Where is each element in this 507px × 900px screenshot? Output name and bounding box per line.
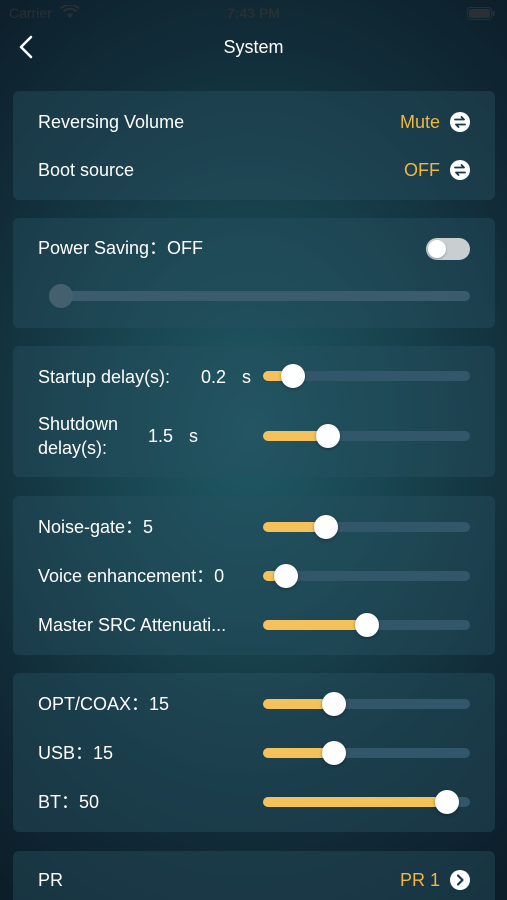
input-levels-card: OPT/COAX：15 USB：15 BT：50 [13, 673, 495, 832]
slider-track [49, 291, 470, 301]
voice-enhancement-label: Voice enhancement：0 [38, 566, 225, 586]
boot-source-value: OFF [404, 160, 440, 180]
noise-gate-label: Noise-gate：5 [38, 517, 154, 537]
slider-fill [263, 797, 448, 807]
pr-row[interactable]: PR PR 1 [38, 868, 470, 898]
bt-slider[interactable] [263, 790, 470, 814]
startup-delay-value: 0.2 [201, 367, 227, 387]
swap-arrows-icon[interactable] [450, 112, 470, 132]
slider-knob[interactable] [273, 564, 298, 588]
usb-slider[interactable] [263, 741, 470, 765]
power-saving-slider[interactable] [49, 284, 470, 308]
nav-bar: System [0, 28, 507, 68]
boot-source-row[interactable]: Boot source OFF [38, 158, 470, 188]
noise-gate-slider[interactable] [263, 515, 470, 539]
audio-source-card: Reversing Volume Mute Boot source OFF [13, 91, 495, 200]
power-saving-card: Power Saving：OFF [13, 218, 495, 328]
master-src-attenuation-slider[interactable] [263, 613, 470, 637]
master-src-attenuation-label: Master SRC Attenuati... [38, 615, 227, 635]
reversing-volume-value: Mute [399, 112, 440, 132]
status-time: 7:43 PM [227, 5, 280, 21]
shutdown-delay-unit: s [189, 426, 198, 446]
sound-processing-card: Noise-gate：5 Voice enhancement：0 Master … [13, 496, 495, 655]
slider-knob[interactable] [281, 364, 306, 388]
slider-knob[interactable] [354, 613, 379, 637]
slider-knob[interactable] [321, 741, 346, 765]
opt-coax-label: OPT/COAX：15 [38, 694, 170, 714]
reversing-volume-row[interactable]: Reversing Volume Mute [38, 110, 470, 140]
startup-delay-slider[interactable] [263, 364, 470, 388]
pr-value: PR 1 [399, 870, 440, 890]
usb-label: USB：15 [38, 743, 114, 763]
pr-label: PR [38, 870, 64, 890]
slider-knob[interactable] [316, 424, 341, 448]
reversing-volume-label: Reversing Volume [38, 112, 185, 132]
slider-knob[interactable] [49, 284, 73, 308]
shutdown-delay-label: Shutdown delay(s): [38, 414, 119, 458]
slider-knob[interactable] [314, 515, 339, 539]
startup-delay-label: Startup delay(s): [38, 367, 171, 387]
startup-delay-unit: s [242, 367, 251, 387]
chevron-right-circle-icon[interactable] [450, 870, 470, 890]
swap-arrows-icon[interactable] [450, 160, 470, 180]
slider-knob[interactable] [435, 790, 460, 814]
bt-label: BT：50 [38, 792, 100, 812]
opt-coax-slider[interactable] [263, 692, 470, 716]
shutdown-delay-slider[interactable] [263, 424, 470, 448]
pr-card: PR PR 1 [13, 851, 495, 900]
boot-source-label: Boot source [38, 160, 135, 180]
slider-knob[interactable] [321, 692, 346, 716]
voice-enhancement-slider[interactable] [263, 564, 470, 588]
page-title: System [223, 37, 284, 57]
battery-icon [467, 7, 495, 20]
power-saving-toggle[interactable] [426, 238, 470, 260]
status-bar: Carrier 7:43 PM [0, 0, 507, 28]
slider-fill [263, 620, 367, 630]
toggle-knob [428, 240, 446, 258]
delay-card: Startup delay(s): 0.2 s Shutdown delay(s… [13, 346, 495, 477]
power-saving-label: Power Saving：OFF [38, 238, 204, 258]
shutdown-delay-value: 1.5 [148, 426, 174, 446]
